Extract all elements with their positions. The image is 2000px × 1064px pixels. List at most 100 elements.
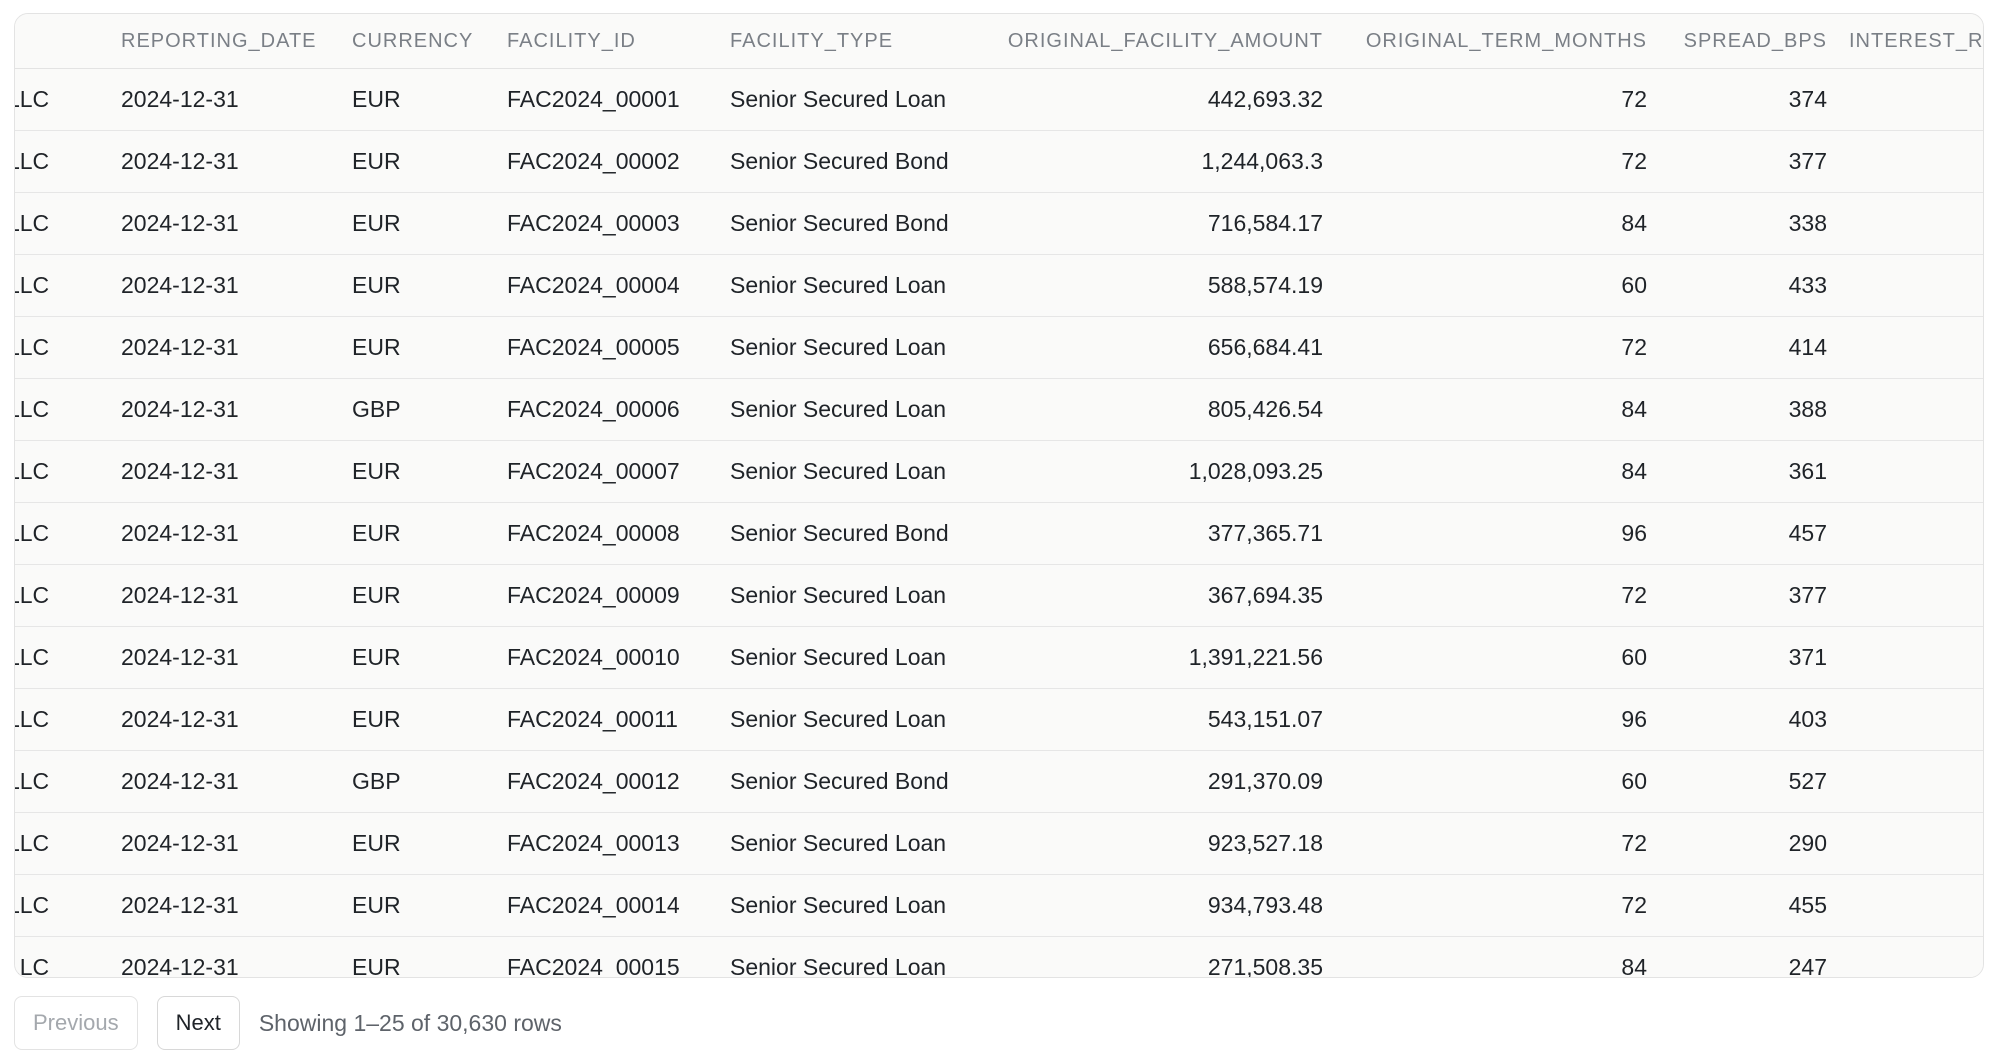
cell-reporting-date: 2024-12-31: [121, 644, 239, 670]
cell-currency: EUR: [352, 644, 401, 670]
cell-lender: nt, LLC: [15, 272, 50, 298]
cell-facility-type: Senior Secured Loan: [730, 644, 947, 670]
cell-facility-type: Senior Secured Loan: [730, 86, 947, 112]
cell-spread-bps: 338: [1788, 210, 1827, 236]
table-row[interactable]: nt, LLC 2024-12-31 EUR FAC2024_00004 Senior …: [15, 255, 1983, 317]
cell-lender: nt, LLC: [15, 148, 50, 174]
cell-lender: nt, LLC: [15, 458, 50, 484]
next-button[interactable]: Next: [156, 996, 240, 1050]
cell-original-term-months: 72: [1621, 830, 1647, 856]
cell-original-facility-amount: 377,365.71: [1207, 520, 1323, 546]
cell-facility-type: Senior Secured Loan: [730, 582, 947, 608]
cell-original-term-months: 72: [1621, 582, 1647, 608]
table-row[interactable]: nt, LLC 2024-12-31 GBP FAC2024_00012 Senior …: [15, 751, 1983, 813]
cell-facility-id: FAC2024_00001: [507, 86, 680, 112]
cell-lender: nt, LLC: [15, 520, 50, 546]
cell-spread-bps: 374: [1788, 86, 1827, 112]
table-row[interactable]: nt, LLC 2024-12-31 EUR FAC2024_00007 Senior …: [15, 441, 1983, 503]
cell-spread-bps: 290: [1788, 830, 1827, 856]
cell-currency: EUR: [352, 954, 401, 978]
cell-facility-id: FAC2024_00003: [507, 210, 680, 236]
cell-lender: nt, LLC: [15, 210, 50, 236]
cell-currency: GBP: [352, 396, 401, 422]
cell-facility-type: Senior Secured Bond: [730, 520, 949, 546]
cell-facility-id: FAC2024_00014: [507, 892, 680, 918]
column-header-facility-type[interactable]: FACILITY_TYPE: [730, 14, 990, 68]
cell-original-term-months: 60: [1621, 644, 1647, 670]
cell-original-facility-amount: 271,508.35: [1207, 954, 1323, 978]
cell-facility-type: Senior Secured Loan: [730, 272, 947, 298]
column-header-original-term-months[interactable]: ORIGINAL_TERM_MONTHS: [1335, 14, 1647, 68]
cell-facility-id: FAC2024_00010: [507, 644, 680, 670]
cell-reporting-date: 2024-12-31: [121, 954, 239, 978]
cell-currency: GBP: [352, 768, 401, 794]
cell-lender: nt, LLC: [15, 768, 50, 794]
cell-facility-type: Senior Secured Bond: [730, 210, 949, 236]
cell-spread-bps: 371: [1788, 644, 1827, 670]
cell-facility-type: Senior Secured Loan: [730, 830, 947, 856]
cell-facility-type: Senior Secured Loan: [730, 954, 947, 978]
cell-original-term-months: 84: [1621, 954, 1647, 978]
table-row[interactable]: nt, LLC 2024-12-31 EUR FAC2024_00014 Senior …: [15, 875, 1983, 937]
cell-original-term-months: 72: [1621, 148, 1647, 174]
cell-currency: EUR: [352, 272, 401, 298]
cell-reporting-date: 2024-12-31: [121, 892, 239, 918]
table-row[interactable]: nt, LLC 2024-12-31 EUR FAC2024_00008 Senior …: [15, 503, 1983, 565]
table-row[interactable]: nt, LLC 2024-12-31 EUR FAC2024_00011 Senior …: [15, 689, 1983, 751]
cell-spread-bps: 527: [1788, 768, 1827, 794]
table-row[interactable]: nt, LLC 2024-12-31 EUR FAC2024_00005 Senior …: [15, 317, 1983, 379]
column-header-reporting-date[interactable]: REPORTING_DATE: [121, 14, 341, 68]
column-header-lender[interactable]: [15, 14, 85, 68]
cell-original-facility-amount: 1,391,221.56: [1188, 644, 1323, 670]
cell-facility-type: Senior Secured Loan: [730, 892, 947, 918]
cell-facility-id: FAC2024_00011: [507, 706, 678, 732]
cell-facility-type: Senior Secured Loan: [730, 396, 947, 422]
data-table[interactable]: REPORTING_DATE CURRENCY FACILITY_ID FACI…: [14, 13, 1984, 978]
cell-reporting-date: 2024-12-31: [121, 86, 239, 112]
cell-original-term-months: 96: [1621, 520, 1647, 546]
column-header-currency[interactable]: CURRENCY: [352, 14, 492, 68]
cell-original-facility-amount: 1,028,093.25: [1188, 458, 1323, 484]
table-row[interactable]: nt, LLC 2024-12-31 GBP FAC2024_00006 Senior …: [15, 379, 1983, 441]
cell-original-term-months: 72: [1621, 334, 1647, 360]
cell-reporting-date: 2024-12-31: [121, 210, 239, 236]
cell-original-facility-amount: 716,584.17: [1207, 210, 1323, 236]
cell-facility-id: FAC2024_00013: [507, 830, 680, 856]
cell-facility-id: FAC2024_00008: [507, 520, 680, 546]
cell-facility-type: Senior Secured Loan: [730, 334, 947, 360]
cell-currency: EUR: [352, 210, 401, 236]
cell-facility-id: FAC2024_00006: [507, 396, 680, 422]
cell-reporting-date: 2024-12-31: [121, 272, 239, 298]
cell-currency: EUR: [352, 86, 401, 112]
cell-original-facility-amount: 588,574.19: [1207, 272, 1323, 298]
table-row[interactable]: nt, LLC 2024-12-31 EUR FAC2024_00013 Senior …: [15, 813, 1983, 875]
cell-spread-bps: 377: [1788, 582, 1827, 608]
column-header-interest-rate[interactable]: INTEREST_R: [1849, 14, 1983, 68]
previous-button[interactable]: Previous: [14, 996, 138, 1050]
column-header-spread-bps[interactable]: SPREAD_BPS: [1655, 14, 1827, 68]
cell-original-facility-amount: 923,527.18: [1207, 830, 1323, 856]
table-row[interactable]: nt, LLC 2024-12-31 EUR FAC2024_00009 Senior …: [15, 565, 1983, 627]
cell-lender: nt, LLC: [15, 644, 50, 670]
cell-currency: EUR: [352, 582, 401, 608]
cell-original-facility-amount: 656,684.41: [1207, 334, 1323, 360]
cell-facility-id: FAC2024_00002: [507, 148, 680, 174]
cell-original-facility-amount: 805,426.54: [1207, 396, 1323, 422]
table-row[interactable]: nt, LLC 2024-12-31 EUR FAC2024_00003 Senior …: [15, 193, 1983, 255]
cell-currency: EUR: [352, 830, 401, 856]
cell-reporting-date: 2024-12-31: [121, 706, 239, 732]
cell-lender: nt, LLC: [15, 954, 50, 978]
cell-original-term-months: 60: [1621, 768, 1647, 794]
column-header-facility-id[interactable]: FACILITY_ID: [507, 14, 717, 68]
table-row[interactable]: nt, LLC 2024-12-31 EUR FAC2024_00015 Senior …: [15, 937, 1983, 978]
cell-original-facility-amount: 543,151.07: [1207, 706, 1323, 732]
cell-original-facility-amount: 1,244,063.3: [1201, 148, 1323, 174]
pagination-status: Showing 1–25 of 30,630 rows: [258, 1009, 562, 1036]
column-header-original-facility-amount[interactable]: ORIGINAL_FACILITY_AMOUNT: [975, 14, 1323, 68]
cell-reporting-date: 2024-12-31: [121, 768, 239, 794]
table-row[interactable]: nt, LLC 2024-12-31 EUR FAC2024_00010 Senior …: [15, 627, 1983, 689]
cell-reporting-date: 2024-12-31: [121, 458, 239, 484]
table-row[interactable]: nt, LLC 2024-12-31 EUR FAC2024_00001 Senior …: [15, 69, 1983, 131]
table-row[interactable]: nt, LLC 2024-12-31 EUR FAC2024_00002 Senior …: [15, 131, 1983, 193]
cell-lender: nt, LLC: [15, 86, 50, 112]
